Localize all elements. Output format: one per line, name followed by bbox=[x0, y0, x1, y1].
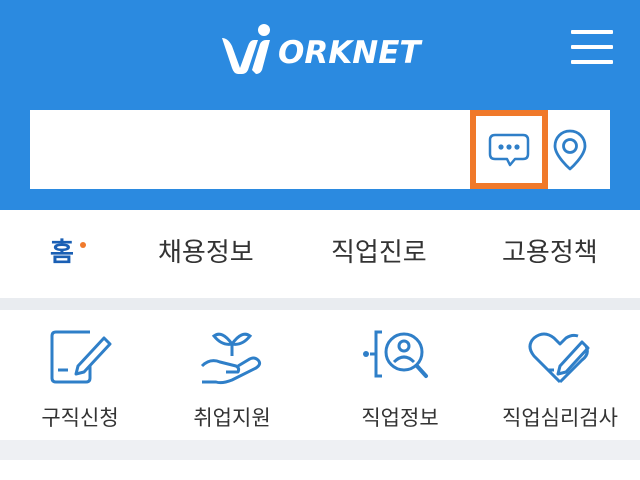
new-indicator-dot bbox=[80, 242, 86, 248]
worknet-logo-mark bbox=[222, 24, 270, 74]
heart-pen-icon bbox=[528, 332, 590, 384]
logo-text: ORKNET bbox=[278, 35, 421, 71]
section-divider bbox=[0, 440, 640, 460]
speech-bubble-icon bbox=[488, 133, 530, 166]
person-search-icon bbox=[363, 330, 428, 378]
chatbot-button[interactable] bbox=[470, 110, 548, 189]
section-divider bbox=[0, 298, 640, 310]
hamburger-menu-icon-line bbox=[571, 60, 613, 64]
quick-menu-employment-support[interactable]: 취업지원 bbox=[152, 310, 312, 440]
quick-menu: 구직신청 취업지원 직업정보 직업심리검사 bbox=[0, 310, 640, 440]
quick-menu-label: 직업심리검사 bbox=[502, 406, 618, 430]
menu-button[interactable] bbox=[571, 30, 613, 64]
search-input[interactable] bbox=[30, 110, 470, 189]
quick-menu-job-application[interactable]: 구직신청 bbox=[0, 310, 160, 440]
hamburger-menu-icon bbox=[571, 30, 613, 34]
content-area bbox=[0, 460, 640, 480]
quick-menu-label: 취업지원 bbox=[193, 406, 271, 430]
tab-home[interactable]: 홈 bbox=[50, 232, 74, 269]
edit-document-icon bbox=[50, 330, 112, 384]
map-pin-icon bbox=[553, 129, 587, 171]
quick-menu-aptitude-test[interactable]: 직업심리검사 bbox=[480, 310, 640, 440]
search-bar bbox=[30, 110, 610, 189]
header: ORKNET bbox=[0, 0, 640, 210]
plant-in-hand-icon bbox=[200, 332, 262, 385]
tab-job-info[interactable]: 채용정보 bbox=[158, 232, 254, 269]
tab-employment-policy[interactable]: 고용정책 bbox=[502, 232, 598, 269]
worknet-logo[interactable]: ORKNET bbox=[218, 22, 421, 78]
quick-menu-job-info[interactable]: 직업정보 bbox=[320, 310, 480, 440]
tab-career[interactable]: 직업진로 bbox=[331, 232, 427, 269]
location-button[interactable] bbox=[550, 124, 590, 176]
quick-menu-label: 구직신청 bbox=[41, 406, 119, 430]
quick-menu-label: 직업정보 bbox=[361, 406, 439, 430]
main-nav-tabs: 홈 채용정보 직업진로 고용정책 bbox=[0, 210, 640, 298]
hamburger-menu-icon-line bbox=[571, 45, 613, 49]
